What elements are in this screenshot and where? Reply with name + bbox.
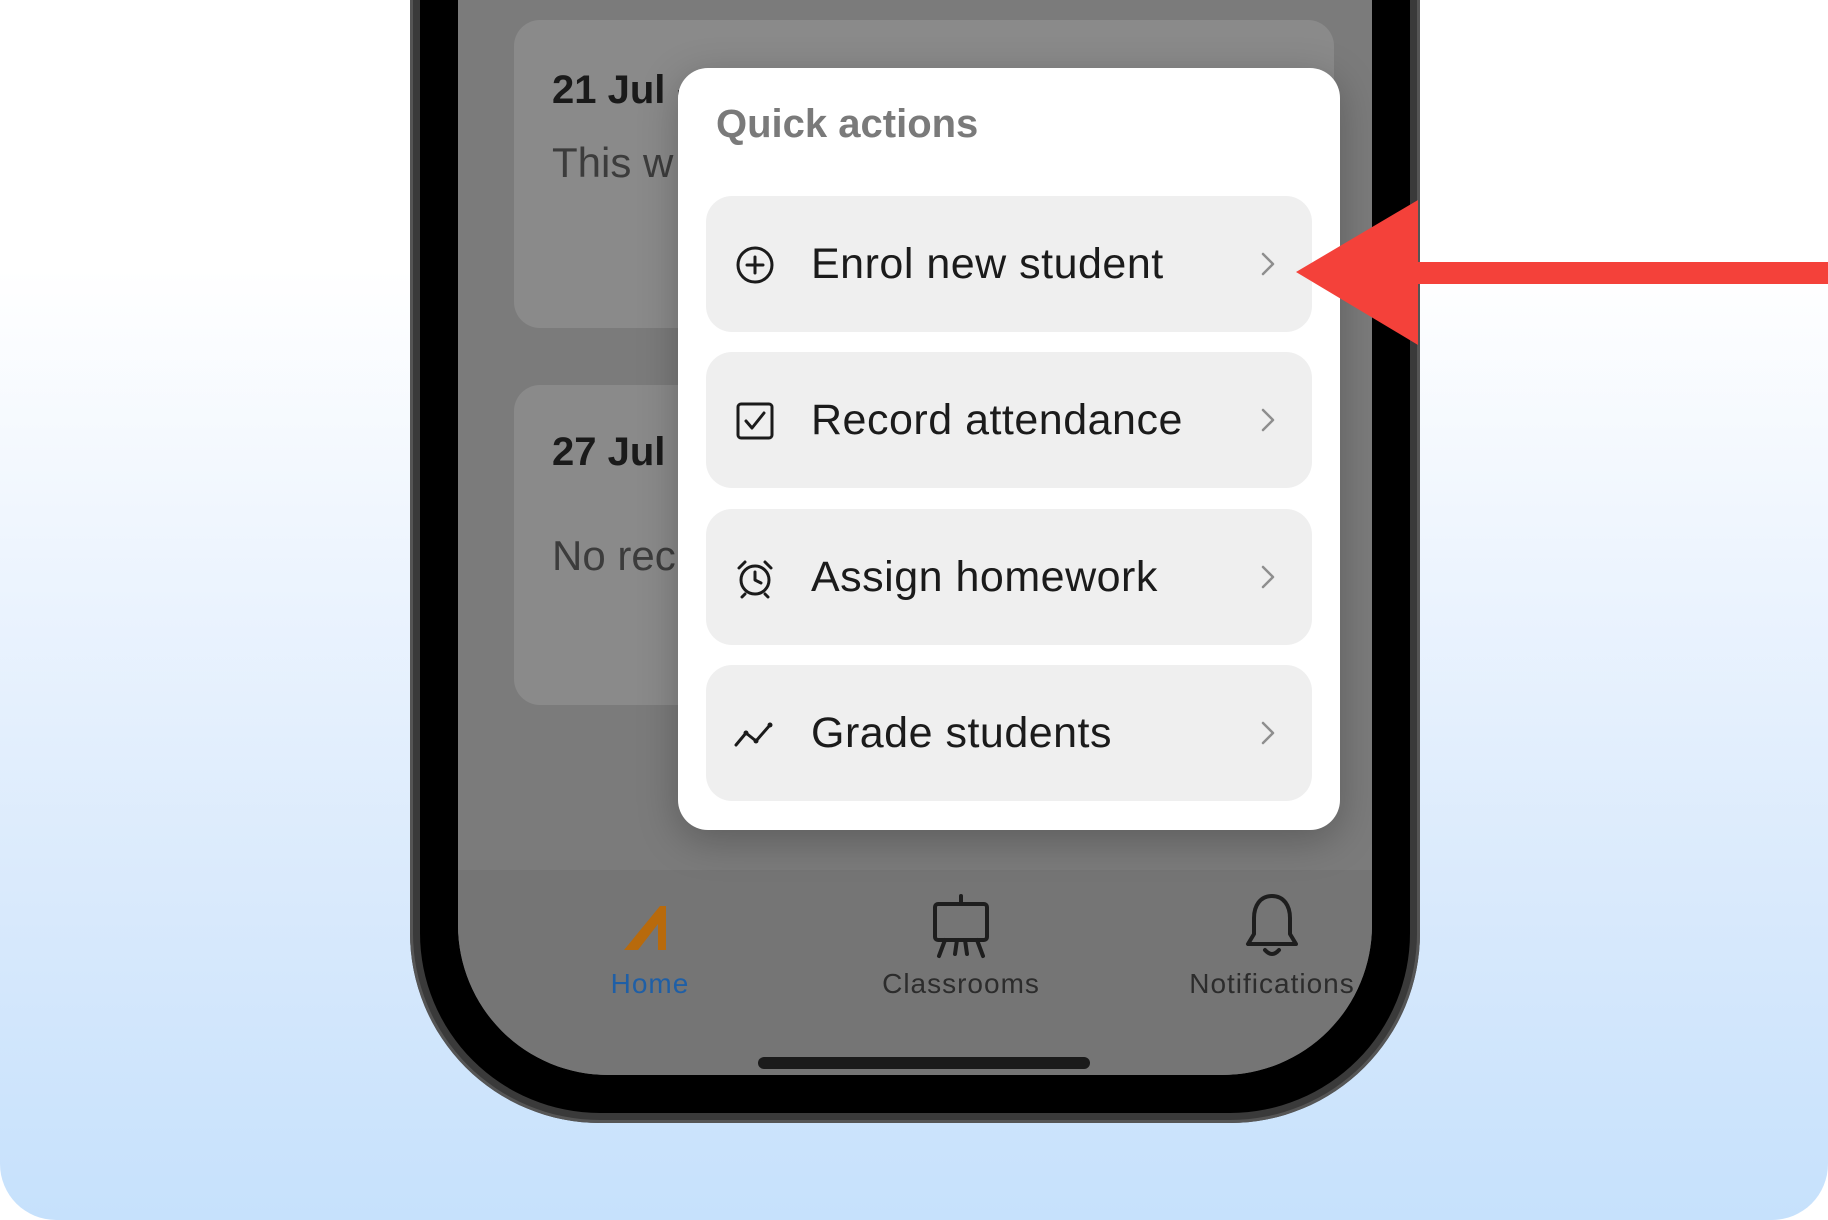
home-indicator [758,1057,1090,1069]
action-label: Grade students [811,709,1113,757]
alarm-clock-icon [737,560,773,599]
card-date: 21 Jul - [552,68,690,112]
tab-notifications-label: Notifications [1189,968,1355,999]
action-label: Assign homework [811,553,1158,601]
chevron-right-icon [1261,565,1275,589]
action-label: Record attendance [811,396,1183,444]
checkbox-icon [736,402,774,440]
quick-actions-popup: Quick actions Enrol new student Record a… [678,68,1340,830]
chevron-right-icon [1261,252,1275,276]
bell-icon [1246,894,1298,956]
canvas: 21 Jul - This w show h 27 Jul No rec wil… [0,0,1828,1220]
grade-students-button[interactable]: Grade students [706,665,1312,801]
tab-home-label: Home [610,968,690,999]
plus-circle-icon [736,246,774,284]
action-label: Enrol new student [811,240,1164,288]
record-attendance-button[interactable]: Record attendance [706,352,1312,488]
assign-homework-button[interactable]: Assign homework [706,509,1312,645]
tab-classrooms[interactable]: Classrooms [831,890,1091,1000]
chevron-right-icon [1261,721,1275,745]
tab-classrooms-label: Classrooms [882,968,1040,999]
enrol-new-student-button[interactable]: Enrol new student [706,196,1312,332]
popup-title: Quick actions [716,102,979,146]
chevron-right-icon [1261,408,1275,432]
easel-icon [933,894,989,958]
tab-home[interactable]: Home [520,890,780,1000]
red-arrow-annotation [1296,200,1828,345]
trend-line-icon [734,722,773,747]
tab-notifications[interactable]: Notifications [1142,890,1372,1000]
home-logo-icon [624,906,666,950]
card-date: 27 Jul [552,430,666,474]
